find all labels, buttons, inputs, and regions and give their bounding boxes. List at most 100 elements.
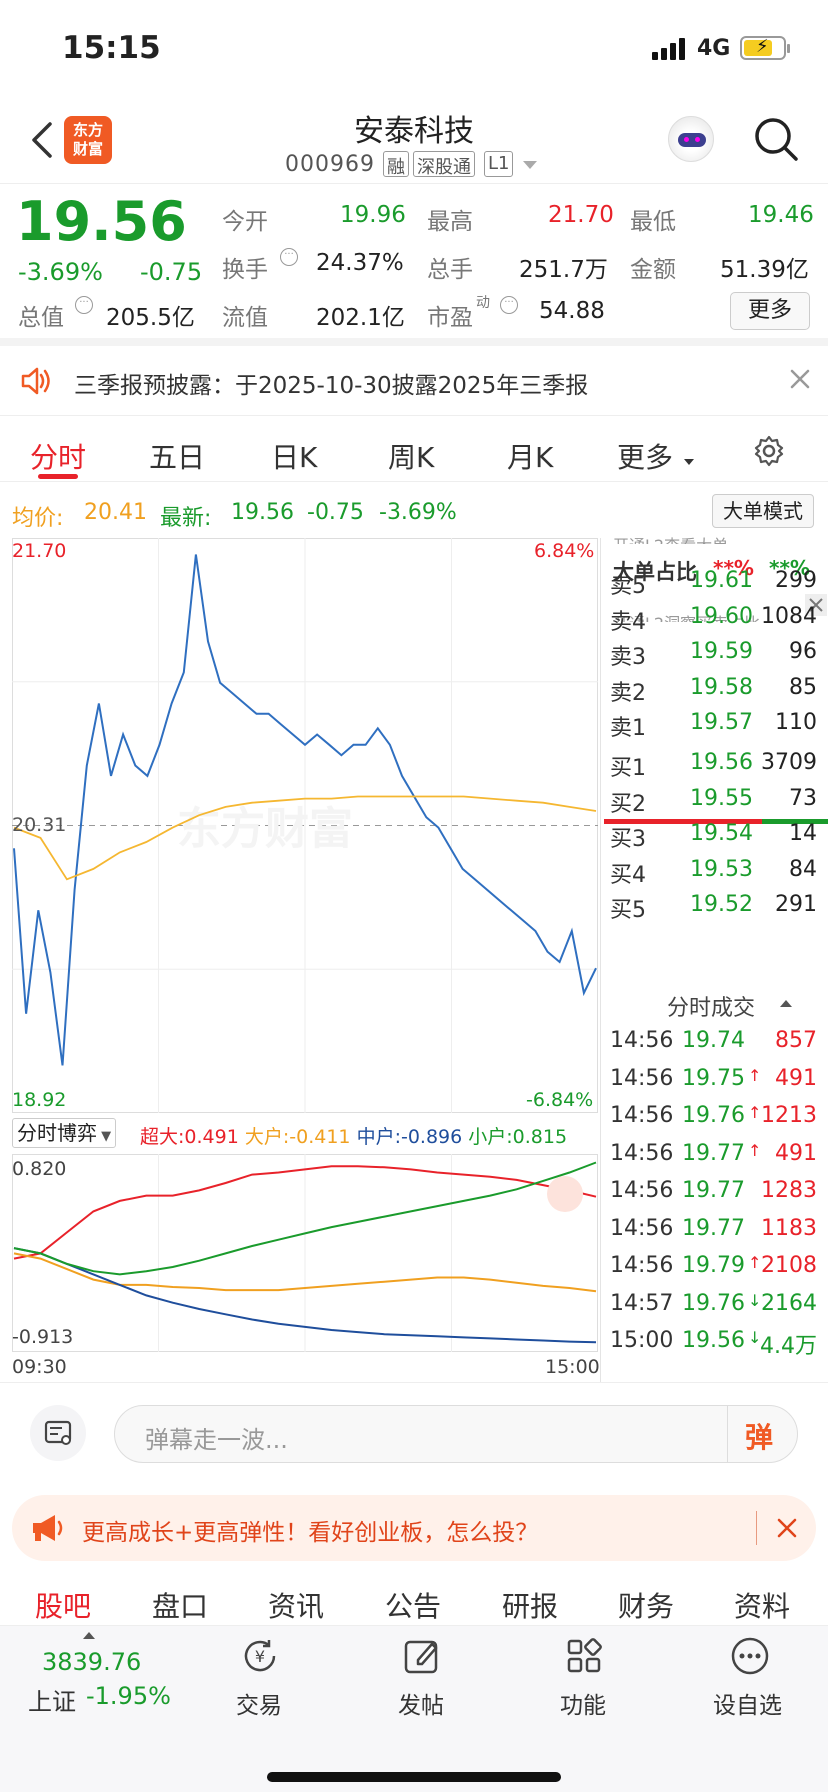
tick-volume: 491 [775,1140,817,1166]
expand-icon[interactable] [547,1176,583,1212]
level-label: 买5 [610,898,646,923]
level-label: 卖5 [610,574,646,599]
more-info-icon[interactable]: ··· [75,296,93,314]
turnover-value: 24.37% [316,250,404,276]
section-tab-news[interactable]: 资讯 [268,1585,324,1625]
pe-label: 市盈 [427,305,473,331]
tick-volume: 491 [775,1065,817,1091]
level-volume: 84 [789,856,817,882]
tick-time: 15:00 [610,1328,674,1353]
status-bar: 15:15 4G ⚡ [0,0,828,100]
tick-row: 14:56 19.77 ↑ 491 [610,1141,825,1176]
more-info-icon[interactable]: ··· [280,248,298,266]
nav-functions-label: 功能 [560,1693,606,1719]
promo-text: 更高成长+更高弹性！看好创业板，怎么投？ [82,1520,539,1546]
robot-assistant-icon[interactable] [668,116,714,162]
legend-m-value: -0.896 [400,1126,463,1148]
section-tab-forum[interactable]: 股吧 [35,1585,91,1625]
current-price: 19.56 [16,190,187,253]
x-tick-end: 15:00 [545,1356,600,1378]
signal-icon [652,38,688,60]
tab-daily-k[interactable]: 日K [271,436,317,476]
close-icon[interactable] [788,367,812,391]
low-label: 最低 [630,209,676,235]
tag-margin: 融 [383,151,409,178]
more-button[interactable]: 更多 [730,292,810,330]
level-price: 19.59 [690,639,753,664]
y-tick-high: 21.70 [12,540,67,562]
legend-xl-value: 0.491 [184,1126,239,1148]
sell-level-row: 卖2 19.58 85 [610,675,825,710]
section-tab-orderbook[interactable]: 盘口 [152,1585,208,1625]
bottom-nav: 3839.76 上证 -1.95% ¥ 交易 发帖 功能 设自选 [0,1625,828,1792]
y-tick-pct-low: -6.84% [526,1089,594,1111]
indicator-selector[interactable]: 分时博弈 ▼ [12,1118,117,1148]
volume-label: 总手 [427,257,473,283]
promo-banner[interactable]: 更高成长+更高弹性！看好创业板，怎么投？ [12,1495,816,1561]
close-icon[interactable] [776,1517,798,1539]
tag-level: L1 [484,151,514,177]
danmaku-input[interactable]: 弹幕走一波... 弹 [114,1405,798,1463]
tick-row: 14:56 19.77 1183 [610,1216,825,1251]
indicator-chart[interactable] [12,1154,598,1352]
section-tab-research[interactable]: 研报 [502,1585,558,1625]
level-label: 买2 [610,791,646,817]
tab-weekly-k[interactable]: 周K [388,436,434,476]
index-pct: -1.95% [86,1682,171,1710]
tick-time: 14:56 [610,1065,674,1091]
level-volume: 291 [775,892,817,917]
tab-more[interactable]: 更多 [617,436,673,476]
price-change-pct: -3.69% [18,258,103,286]
price-chart[interactable]: 东方财富 [12,538,598,1113]
nav-trade[interactable]: ¥ 交易 [220,1626,300,1736]
level-volume: 73 [789,785,817,811]
level-label: 买3 [610,827,646,852]
tab-5day[interactable]: 五日 [149,436,205,476]
float-cap-label: 流值 [222,305,268,331]
search-icon[interactable] [753,116,799,162]
watermark: 东方财富 [177,805,353,854]
section-tabs: 股吧 盘口 资讯 公告 研报 财务 资料 [0,1575,828,1625]
l2-hint: 开通L2查看大单 [613,532,728,544]
level-price: 19.56 [690,750,753,775]
section-tab-profile[interactable]: 资料 [734,1585,790,1625]
level-price: 19.55 [690,785,753,811]
nav-functions[interactable]: 功能 [544,1626,624,1736]
ticks-title[interactable]: 分时成交 [667,990,755,1022]
nav-post[interactable]: 发帖 [382,1626,462,1736]
tick-price: 19.56 [682,1328,745,1353]
tick-volume: 4.4万 [760,1334,817,1359]
big-order-mode-button[interactable]: 大单模式 [712,494,814,528]
legend-s-value: 0.815 [512,1126,568,1148]
tick-row: 14:56 19.74 857 [610,1028,825,1063]
chevron-down-icon[interactable] [523,161,537,169]
legend-l-value: -0.411 [289,1126,351,1148]
tick-time: 14:56 [610,1103,674,1128]
tab-monthly-k[interactable]: 月K [507,436,553,476]
level-price: 19.61 [690,568,753,593]
tick-time: 14:56 [610,1215,674,1241]
gear-icon[interactable] [752,434,786,468]
level-volume: 14 [789,821,817,846]
chevron-up-icon[interactable] [780,1000,792,1007]
section-tab-announcements[interactable]: 公告 [385,1585,441,1625]
tag-connect: 深股通 [413,151,475,178]
pe-value: 54.88 [539,298,605,324]
tick-time: 14:56 [610,1140,674,1166]
tab-intraday[interactable]: 分时 [30,436,86,476]
grid-icon [562,1634,606,1678]
section-tab-financials[interactable]: 财务 [618,1585,674,1625]
tick-row: 14:57 19.76 ↓ 2164 [610,1291,825,1326]
danmaku-settings-icon[interactable] [30,1405,86,1461]
home-indicator [267,1772,561,1782]
buy-level-row: 买5 19.52 291 [610,892,825,927]
comment-bar: 弹幕走一波... 弹 [0,1382,828,1482]
notice-bar[interactable]: 三季报预披露：于2025-10-30披露2025年三季报 [0,346,828,416]
buy-level-row: 买4 19.53 84 [610,857,825,892]
more-info-icon[interactable]: ··· [500,296,518,314]
nav-add-watchlist[interactable]: 设自选 [700,1626,800,1736]
index-ticker[interactable]: 3839.76 上证 -1.95% [0,1626,180,1736]
danmaku-send-button[interactable]: 弹 [745,1416,773,1456]
tick-time: 14:56 [610,1253,674,1278]
latest-label: 最新: [160,506,212,531]
